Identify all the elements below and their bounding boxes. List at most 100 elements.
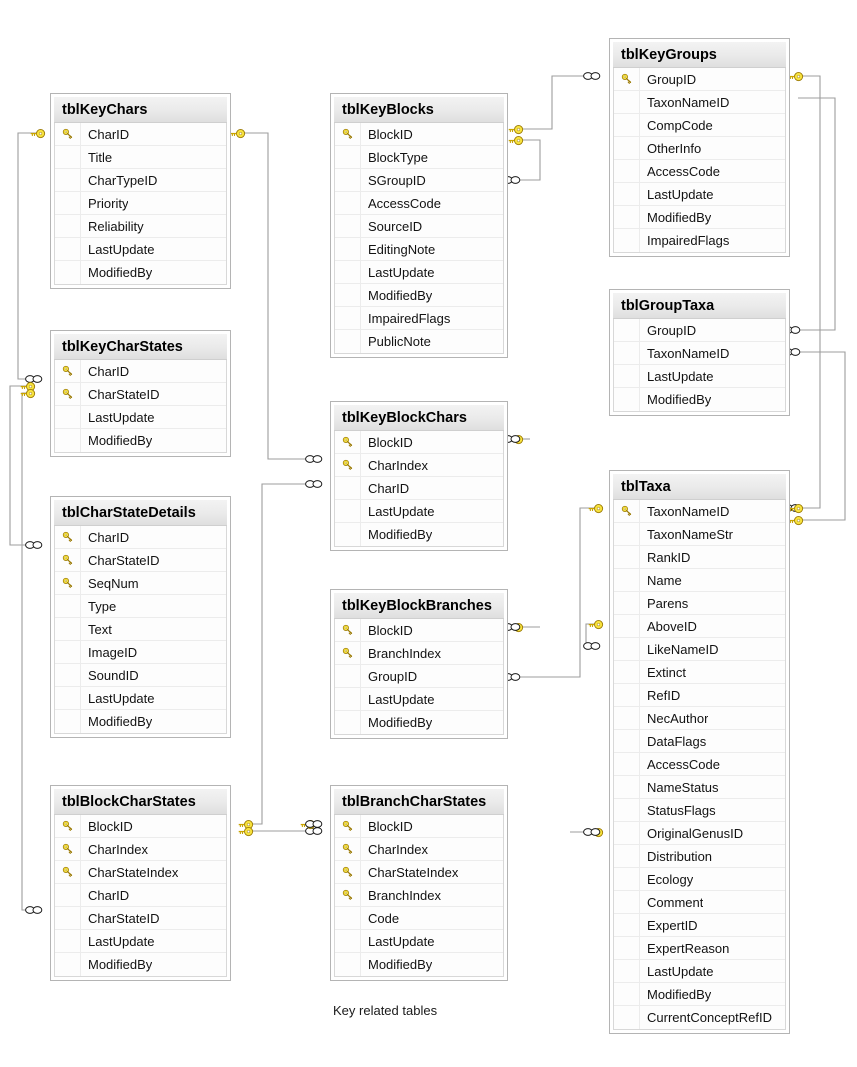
field-row[interactable]: ModifiedBy [614, 206, 785, 229]
field-row[interactable]: OriginalGenusID [614, 822, 785, 845]
field-row[interactable]: ModifiedBy [55, 261, 226, 284]
field-row[interactable]: Priority [55, 192, 226, 215]
field-row[interactable]: CharID [55, 526, 226, 549]
field-row[interactable]: CharIndex [335, 454, 503, 477]
field-row[interactable]: SourceID [335, 215, 503, 238]
field-row[interactable]: ModifiedBy [614, 983, 785, 1006]
field-row[interactable]: ModifiedBy [614, 388, 785, 411]
field-row[interactable]: AboveID [614, 615, 785, 638]
table-tblKeyBlockBranches[interactable]: tblKeyBlockBranches BlockID BranchIndex Gro… [330, 589, 508, 739]
field-row[interactable]: BlockID [335, 431, 503, 454]
field-row[interactable]: Type [55, 595, 226, 618]
field-row[interactable]: SeqNum [55, 572, 226, 595]
field-row[interactable]: CharIndex [335, 838, 503, 861]
field-row[interactable]: CharIndex [55, 838, 226, 861]
table-tblBranchCharStates[interactable]: tblBranchCharStates BlockID CharIndex CharS… [330, 785, 508, 981]
field-row[interactable]: ModifiedBy [55, 429, 226, 452]
field-row[interactable]: CharStateID [55, 907, 226, 930]
field-row[interactable]: AccessCode [614, 753, 785, 776]
field-row[interactable]: CharID [335, 477, 503, 500]
table-tblTaxa[interactable]: tblTaxa TaxonNameID TaxonNameStr RankID Name… [609, 470, 790, 1034]
table-tblKeyGroups[interactable]: tblKeyGroups GroupID TaxonNameID CompCode Ot… [609, 38, 790, 257]
field-row[interactable]: CurrentConceptRefID [614, 1006, 785, 1029]
field-row[interactable]: TaxonNameStr [614, 523, 785, 546]
field-row[interactable]: GroupID [614, 68, 785, 91]
field-row[interactable]: CharStateID [55, 549, 226, 572]
field-row[interactable]: ModifiedBy [335, 284, 503, 307]
field-row[interactable]: Comment [614, 891, 785, 914]
field-row[interactable]: LastUpdate [614, 365, 785, 388]
field-row[interactable]: EditingNote [335, 238, 503, 261]
field-row[interactable]: NecAuthor [614, 707, 785, 730]
field-row[interactable]: CompCode [614, 114, 785, 137]
field-row[interactable]: LastUpdate [614, 183, 785, 206]
table-tblBlockCharStates[interactable]: tblBlockCharStates BlockID CharIndex CharSt… [50, 785, 231, 981]
field-row[interactable]: StatusFlags [614, 799, 785, 822]
field-row[interactable]: DataFlags [614, 730, 785, 753]
field-row[interactable]: ImpairedFlags [335, 307, 503, 330]
field-row[interactable]: BranchIndex [335, 884, 503, 907]
field-row[interactable]: TaxonNameID [614, 91, 785, 114]
field-row[interactable]: LastUpdate [55, 930, 226, 953]
field-row[interactable]: ModifiedBy [55, 953, 226, 976]
field-row[interactable]: SoundID [55, 664, 226, 687]
field-row[interactable]: BlockID [335, 619, 503, 642]
field-row[interactable]: Title [55, 146, 226, 169]
field-row[interactable]: BlockID [335, 815, 503, 838]
field-row[interactable]: LastUpdate [55, 238, 226, 261]
field-row[interactable]: GroupID [614, 319, 785, 342]
field-row[interactable]: Extinct [614, 661, 785, 684]
field-row[interactable]: Text [55, 618, 226, 641]
table-tblCharStateDetails[interactable]: tblCharStateDetails CharID CharStateID SeqN… [50, 496, 231, 738]
field-row[interactable]: ImageID [55, 641, 226, 664]
table-tblKeyBlockChars[interactable]: tblKeyBlockChars BlockID CharIndex CharID La… [330, 401, 508, 551]
field-row[interactable]: TaxonNameID [614, 500, 785, 523]
field-row[interactable]: Name [614, 569, 785, 592]
table-tblKeyChars[interactable]: tblKeyChars CharID Title CharTypeID Priority… [50, 93, 231, 289]
field-row[interactable]: LastUpdate [55, 687, 226, 710]
field-row[interactable]: BlockType [335, 146, 503, 169]
field-row[interactable]: LikeNameID [614, 638, 785, 661]
field-row[interactable]: RefID [614, 684, 785, 707]
field-row[interactable]: GroupID [335, 665, 503, 688]
field-row[interactable]: Parens [614, 592, 785, 615]
field-row[interactable]: CharStateIndex [335, 861, 503, 884]
field-row[interactable]: LastUpdate [335, 500, 503, 523]
field-row[interactable]: LastUpdate [614, 960, 785, 983]
field-row[interactable]: AccessCode [335, 192, 503, 215]
field-row[interactable]: LastUpdate [335, 688, 503, 711]
field-row[interactable]: TaxonNameID [614, 342, 785, 365]
field-row[interactable]: AccessCode [614, 160, 785, 183]
field-row[interactable]: Reliability [55, 215, 226, 238]
field-row[interactable]: LastUpdate [335, 261, 503, 284]
field-row[interactable]: CharID [55, 123, 226, 146]
table-tblGroupTaxa[interactable]: tblGroupTaxa GroupID TaxonNameID LastUpdate… [609, 289, 790, 416]
field-row[interactable]: Ecology [614, 868, 785, 891]
field-row[interactable]: ImpairedFlags [614, 229, 785, 252]
field-row[interactable]: LastUpdate [335, 930, 503, 953]
field-row[interactable]: SGroupID [335, 169, 503, 192]
field-row[interactable]: BlockID [335, 123, 503, 146]
field-row[interactable]: PublicNote [335, 330, 503, 353]
field-row[interactable]: CharTypeID [55, 169, 226, 192]
field-row[interactable]: ExpertID [614, 914, 785, 937]
table-tblKeyBlocks[interactable]: tblKeyBlocks BlockID BlockType SGroupID Acce… [330, 93, 508, 358]
field-row[interactable]: OtherInfo [614, 137, 785, 160]
field-row[interactable]: CharID [55, 360, 226, 383]
field-row[interactable]: ModifiedBy [335, 711, 503, 734]
field-row[interactable]: LastUpdate [55, 406, 226, 429]
field-row[interactable]: Code [335, 907, 503, 930]
field-row[interactable]: CharStateIndex [55, 861, 226, 884]
field-row[interactable]: ModifiedBy [335, 523, 503, 546]
field-row[interactable]: ModifiedBy [55, 710, 226, 733]
field-row[interactable]: ExpertReason [614, 937, 785, 960]
field-row[interactable]: CharID [55, 884, 226, 907]
field-row[interactable]: ModifiedBy [335, 953, 503, 976]
field-row[interactable]: NameStatus [614, 776, 785, 799]
field-row[interactable]: BlockID [55, 815, 226, 838]
field-row[interactable]: RankID [614, 546, 785, 569]
field-row[interactable]: BranchIndex [335, 642, 503, 665]
field-row[interactable]: CharStateID [55, 383, 226, 406]
field-row[interactable]: Distribution [614, 845, 785, 868]
table-tblKeyCharStates[interactable]: tblKeyCharStates CharID CharStateID LastUpd… [50, 330, 231, 457]
